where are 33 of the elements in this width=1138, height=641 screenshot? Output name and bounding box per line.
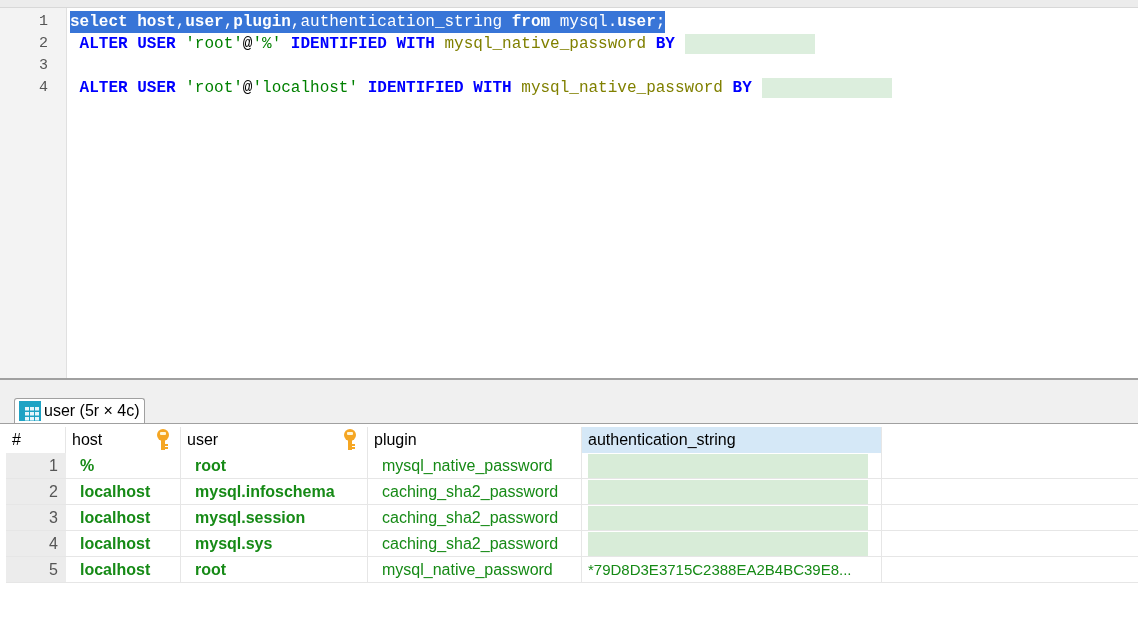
table-cell: mysql.session <box>181 505 368 530</box>
table-cell: caching_sha2_password <box>368 479 582 504</box>
table-cell: caching_sha2_password <box>368 531 582 556</box>
line-number: 2 <box>38 34 49 54</box>
table-cell: root <box>181 453 368 478</box>
result-tab[interactable]: user (5r × 4c) <box>14 398 145 423</box>
key-icon <box>156 429 170 451</box>
table-cell: localhost <box>66 479 181 504</box>
table-cell-text: *79D8D3E3715C2388EA2B4BC39E8... <box>588 559 852 580</box>
code-line: ALTER USER 'root'@'%' IDENTIFIED WITH mysql_native_password BY <box>78 34 675 55</box>
code-line: ALTER USER 'root'@'localhost' IDENTIFIED WITH mysql_native_password BY <box>78 78 752 99</box>
row-number: 4 <box>6 531 66 556</box>
table-icon <box>19 401 41 421</box>
line-number: 1 <box>38 12 49 32</box>
line-number: 4 <box>38 78 49 98</box>
row-number: 2 <box>6 479 66 504</box>
line-number: 3 <box>38 56 49 76</box>
table-cell: root <box>181 557 368 582</box>
key-icon <box>343 429 357 451</box>
table-cell: % <box>66 453 181 478</box>
table-cell: localhost <box>66 557 181 582</box>
table-cell: mysql.infoschema <box>181 479 368 504</box>
table-cell: caching_sha2_password <box>368 505 582 530</box>
table-cell: mysql_native_password <box>368 557 582 582</box>
splitter-bar[interactable] <box>0 380 1138 398</box>
row-number: 3 <box>6 505 66 530</box>
column-header[interactable]: authentication_string <box>582 427 882 453</box>
table-cell: mysql_native_password <box>368 453 582 478</box>
table-cell: mysql.sys <box>181 531 368 556</box>
table-cell: localhost <box>66 505 181 530</box>
row-number: 1 <box>6 453 66 478</box>
table-cell: localhost <box>66 531 181 556</box>
row-number: 5 <box>6 557 66 582</box>
